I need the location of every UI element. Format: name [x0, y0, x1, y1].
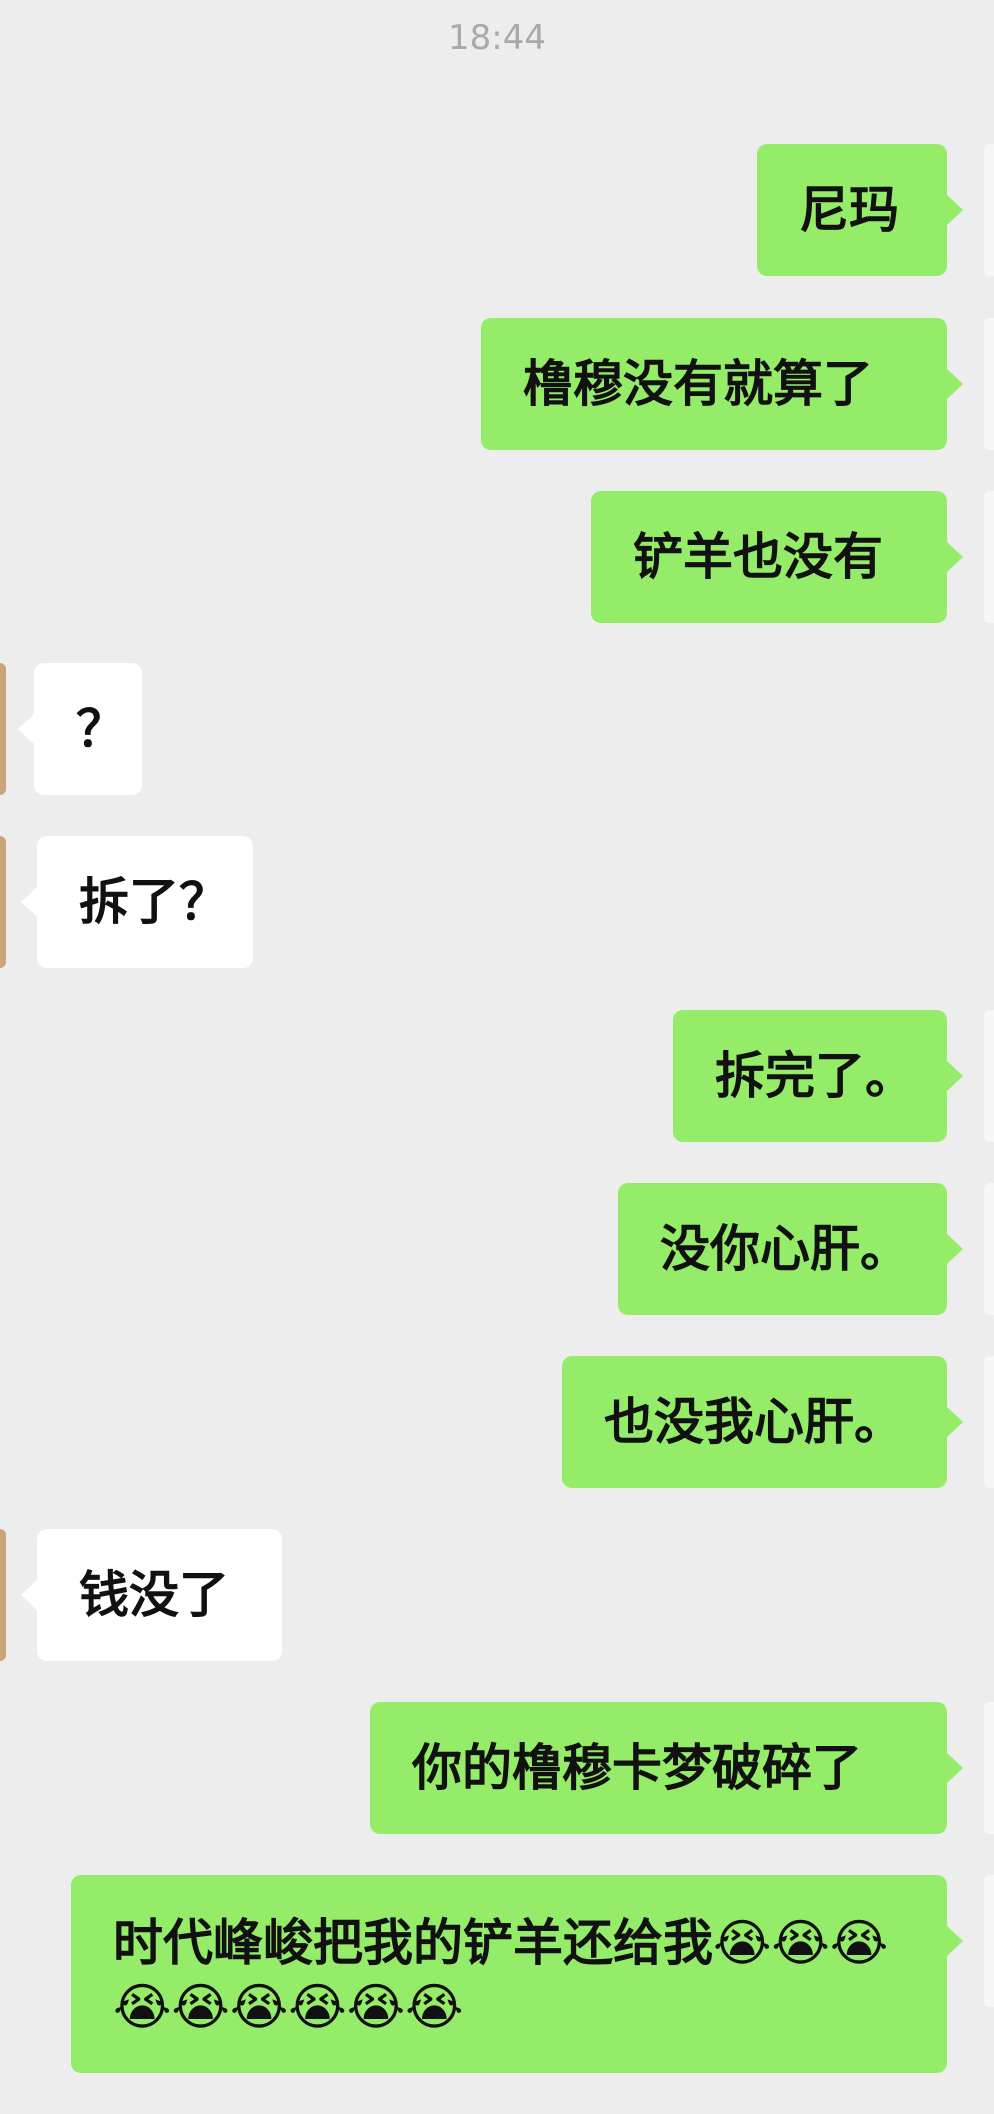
my-avatar[interactable] [984, 1010, 994, 1142]
contact-avatar[interactable] [0, 836, 6, 968]
message-text: 橹穆没有就算了 [523, 355, 873, 413]
contact-avatar[interactable] [0, 1529, 6, 1661]
message-text: 尼玛 [799, 181, 899, 239]
message-bubble-sent[interactable]: 时代峰峻把我的铲羊还给我😭😭😭😭😭😭😭😭😭 [71, 1875, 963, 2073]
contact-avatar[interactable] [0, 663, 6, 795]
message-text: 也没我心肝。 [604, 1393, 904, 1451]
message-text: 铲羊也没有 [633, 528, 883, 586]
message-bubble-sent[interactable]: 尼玛 [757, 144, 963, 276]
timestamp: 18:44 [448, 18, 546, 58]
message-text: 拆完了。 [715, 1047, 915, 1105]
message-bubble-sent[interactable]: 铲羊也没有 [591, 491, 963, 623]
message-text: 没你心肝。 [660, 1220, 910, 1278]
message-bubble-received[interactable]: ？ [18, 663, 142, 795]
message-bubble-sent[interactable]: 没你心肝。 [618, 1183, 963, 1315]
message-text: 时代峰峻把我的铲羊还给我😭😭😭😭😭😭😭😭😭 [113, 1914, 889, 2036]
my-avatar[interactable] [984, 144, 994, 276]
message-text: 你的橹穆卡梦破碎了 [412, 1739, 862, 1797]
message-text: 钱没了 [79, 1566, 229, 1624]
my-avatar[interactable] [984, 1356, 994, 1488]
message-bubble-sent[interactable]: 也没我心肝。 [562, 1356, 963, 1488]
message-bubble-received[interactable]: 钱没了 [21, 1529, 282, 1661]
my-avatar[interactable] [984, 1702, 994, 1834]
message-text: ？ [76, 700, 126, 758]
message-text: 拆了？ [79, 873, 229, 931]
message-bubble-sent[interactable]: 你的橹穆卡梦破碎了 [370, 1702, 963, 1834]
my-avatar[interactable] [984, 1183, 994, 1315]
my-avatar[interactable] [984, 1875, 994, 2007]
message-bubble-sent[interactable]: 橹穆没有就算了 [481, 318, 963, 450]
message-bubble-received[interactable]: 拆了？ [21, 836, 253, 968]
message-bubble-sent[interactable]: 拆完了。 [673, 1010, 963, 1142]
my-avatar[interactable] [984, 491, 994, 623]
my-avatar[interactable] [984, 318, 994, 450]
